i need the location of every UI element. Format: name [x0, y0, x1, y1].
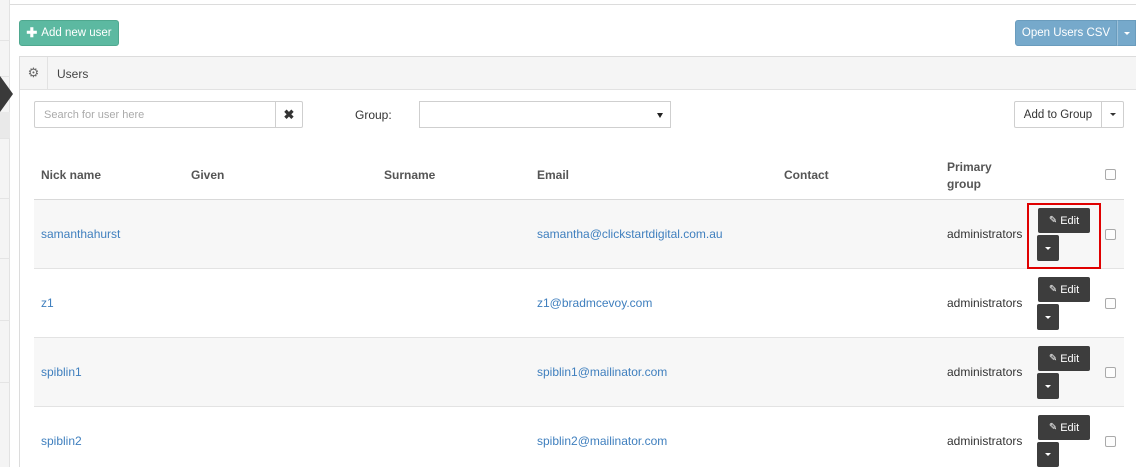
edit-icon: ✎: [1048, 215, 1058, 226]
group-label: Group:: [355, 108, 392, 122]
column-header-email[interactable]: Email: [537, 168, 569, 182]
row-select-checkbox[interactable]: [1105, 436, 1116, 447]
caret-down-icon: [1045, 453, 1051, 456]
edit-label: Edit: [1060, 352, 1080, 365]
side-panel-strip: [0, 0, 10, 467]
column-header-contact[interactable]: Contact: [784, 168, 829, 182]
strip-divider: [0, 320, 10, 321]
table-row: spiblin1 spiblin1@mailinator.com adminis…: [34, 338, 1124, 407]
panel-settings-button[interactable]: ⚙: [20, 57, 48, 89]
add-to-group-dropdown-button[interactable]: [1101, 101, 1124, 128]
open-users-csv-button[interactable]: Open Users CSV: [1015, 20, 1117, 46]
strip-divider: [0, 40, 10, 41]
panel-header: ⚙ Users: [20, 57, 1136, 90]
user-email-link[interactable]: spiblin2@mailinator.com: [537, 434, 667, 448]
edit-user-button[interactable]: ✎ Edit: [1038, 415, 1090, 440]
gear-icon: ⚙: [27, 65, 40, 80]
user-primary-group: administrators: [947, 227, 1023, 241]
user-nick-link[interactable]: samanthahurst: [41, 227, 120, 241]
column-header-nick-name[interactable]: Nick name: [41, 168, 101, 182]
chevron-down-icon: [657, 113, 663, 118]
user-primary-group: administrators: [947, 296, 1023, 310]
row-select-checkbox[interactable]: [1105, 367, 1116, 378]
strip-highlight: [0, 112, 10, 138]
strip-divider: [0, 382, 10, 383]
caret-down-icon: [1045, 384, 1051, 388]
user-nick-link[interactable]: spiblin2: [41, 434, 82, 448]
user-nick-link[interactable]: z1: [41, 296, 54, 310]
caret-down-icon: [1045, 246, 1051, 250]
edit-icon: ✎: [1048, 284, 1058, 295]
group-select[interactable]: [419, 101, 671, 128]
panel-title: Users: [57, 67, 89, 81]
row-select-checkbox[interactable]: [1105, 229, 1116, 240]
search-input[interactable]: [34, 101, 276, 128]
plus-icon: ✚: [26, 25, 38, 40]
edit-label: Edit: [1060, 421, 1080, 434]
table-row: z1 z1@bradmcevoy.com administrators ✎ Ed…: [34, 269, 1124, 338]
edit-user-button[interactable]: ✎ Edit: [1038, 346, 1090, 371]
top-divider: [10, 4, 1136, 5]
caret-down-icon: [1045, 315, 1051, 319]
user-email-link[interactable]: spiblin1@mailinator.com: [537, 365, 667, 379]
row-select-checkbox[interactable]: [1105, 298, 1116, 309]
add-to-group-label: Add to Group: [1023, 108, 1093, 121]
add-to-group-button[interactable]: Add to Group: [1014, 101, 1102, 128]
select-all-checkbox[interactable]: [1105, 169, 1116, 180]
column-header-given[interactable]: Given: [191, 168, 224, 182]
close-icon: ✖: [283, 106, 295, 122]
strip-divider: [0, 138, 10, 139]
edit-options-dropdown-button[interactable]: [1037, 373, 1059, 399]
sidebar-toggle-arrow-icon[interactable]: [0, 76, 13, 112]
clear-search-button[interactable]: ✖: [275, 101, 303, 128]
edit-label: Edit: [1060, 214, 1080, 227]
user-email-link[interactable]: z1@bradmcevoy.com: [537, 296, 652, 310]
edit-user-button[interactable]: ✎ Edit: [1038, 208, 1090, 233]
edit-icon: ✎: [1048, 353, 1058, 364]
csv-options-dropdown-button[interactable]: [1117, 20, 1136, 46]
add-new-user-button[interactable]: ✚ Add new user: [19, 20, 119, 46]
column-header-primary-group-line1[interactable]: Primary: [947, 160, 992, 174]
user-nick-link[interactable]: spiblin1: [41, 365, 82, 379]
edit-user-button[interactable]: ✎ Edit: [1038, 277, 1090, 302]
caret-down-icon: [1109, 113, 1116, 116]
caret-down-icon: [1123, 31, 1130, 35]
table-row: spiblin2 spiblin2@mailinator.com adminis…: [34, 407, 1124, 476]
edit-options-dropdown-button[interactable]: [1037, 235, 1059, 261]
edit-label: Edit: [1060, 283, 1080, 296]
open-users-csv-label: Open Users CSV: [1021, 27, 1111, 39]
strip-divider: [0, 258, 10, 259]
user-primary-group: administrators: [947, 365, 1023, 379]
strip-divider: [0, 198, 10, 199]
table-row: samanthahurst samantha@clickstartdigital…: [34, 200, 1124, 269]
user-email-link[interactable]: samantha@clickstartdigital.com.au: [537, 227, 723, 241]
edit-options-dropdown-button[interactable]: [1037, 442, 1059, 467]
add-new-user-label: Add new user: [41, 27, 112, 39]
column-header-surname[interactable]: Surname: [384, 168, 435, 182]
edit-options-dropdown-button[interactable]: [1037, 304, 1059, 330]
column-header-primary-group-line2[interactable]: group: [947, 177, 981, 191]
user-primary-group: administrators: [947, 434, 1023, 448]
edit-icon: ✎: [1048, 422, 1058, 433]
